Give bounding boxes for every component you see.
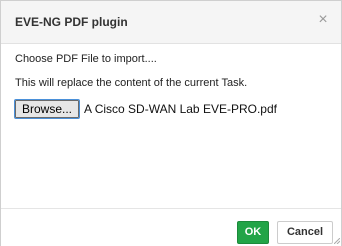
instruction-text: Choose PDF File to import.... bbox=[15, 53, 157, 65]
dialog-header: EVE-NG PDF plugin × bbox=[1, 1, 341, 44]
resize-grip-icon[interactable] bbox=[334, 238, 340, 244]
warning-text: This will replace the content of the cur… bbox=[15, 77, 248, 89]
browse-button[interactable]: Browse... bbox=[13, 99, 81, 119]
cancel-button[interactable]: Cancel bbox=[277, 221, 333, 244]
ok-button[interactable]: OK bbox=[237, 221, 269, 244]
close-icon[interactable]: × bbox=[315, 12, 331, 28]
dialog-footer: OK Cancel bbox=[1, 208, 341, 246]
pdf-import-dialog: EVE-NG PDF plugin × Choose PDF File to i… bbox=[0, 0, 342, 246]
selected-file-name: A Cisco SD-WAN Lab EVE-PRO.pdf bbox=[84, 102, 277, 116]
dialog-title: EVE-NG PDF plugin bbox=[15, 15, 128, 29]
file-input: Browse... A Cisco SD-WAN Lab EVE-PRO.pdf bbox=[13, 99, 277, 119]
